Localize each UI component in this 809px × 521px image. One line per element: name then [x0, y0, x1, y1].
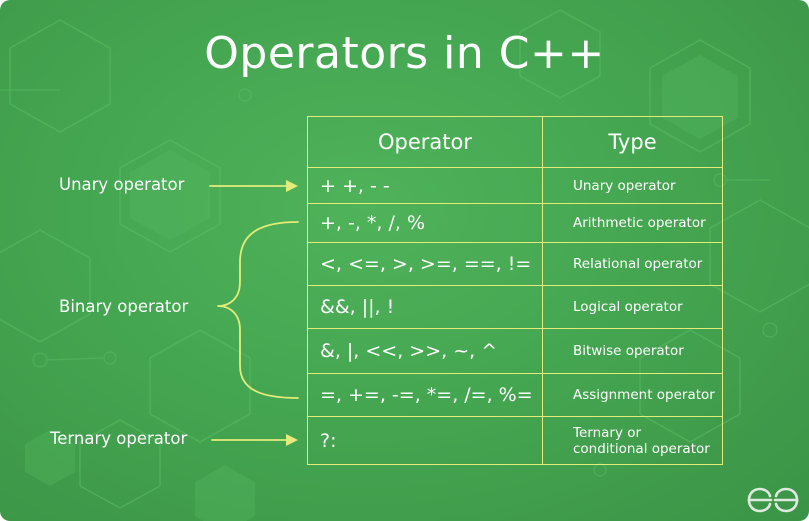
operator-cell: ?: — [307, 416, 543, 465]
header-type: Type — [542, 116, 723, 168]
page-title: Operators in C++ — [204, 28, 605, 79]
operator-cell: &&, ||, ! — [307, 285, 543, 329]
gfg-logo-icon — [747, 487, 799, 513]
operator-cell: =, +=, -=, *=, /=, %= — [307, 373, 543, 417]
table-header-row: Operator Type — [307, 116, 723, 168]
table-row: =, +=, -=, *=, /=, %= Assignment operato… — [307, 373, 723, 417]
type-line-2: conditional operator — [573, 440, 710, 457]
table-row: ?: Ternary or conditional operator — [307, 416, 723, 465]
type-line-1: Ternary or — [573, 424, 642, 441]
binary-operator-label: Binary operator — [59, 297, 189, 316]
operator-cell: +, -, *, /, % — [307, 203, 543, 243]
type-cell: Bitwise operator — [542, 328, 723, 374]
type-cell: Logical operator — [542, 285, 723, 329]
infographic-card: Operators in C++ Unary operator Binary o… — [0, 0, 809, 521]
type-cell: Ternary or conditional operator — [542, 416, 723, 465]
header-operator: Operator — [307, 116, 543, 168]
type-cell: Relational operator — [542, 242, 723, 286]
table-row: &, |, <<, >>, ~, ^ Bitwise operator — [307, 328, 723, 374]
table-row: <, <=, >, >=, ==, != Relational operator — [307, 242, 723, 286]
operator-cell: <, <=, >, >=, ==, != — [307, 242, 543, 286]
ternary-operator-label: Ternary operator — [50, 429, 188, 448]
type-cell: Unary operator — [542, 167, 723, 204]
unary-operator-label: Unary operator — [59, 175, 185, 194]
table-row: &&, ||, ! Logical operator — [307, 285, 723, 329]
type-cell: Assignment operator — [542, 373, 723, 417]
operator-cell: + +, - - — [307, 167, 543, 204]
type-cell: Arithmetic operator — [542, 203, 723, 243]
table-row: + +, - - Unary operator — [307, 167, 723, 204]
operator-cell: &, |, <<, >>, ~, ^ — [307, 328, 543, 374]
operators-table: Operator Type + +, - - Unary operator +,… — [307, 116, 723, 465]
table-row: +, -, *, /, % Arithmetic operator — [307, 203, 723, 243]
